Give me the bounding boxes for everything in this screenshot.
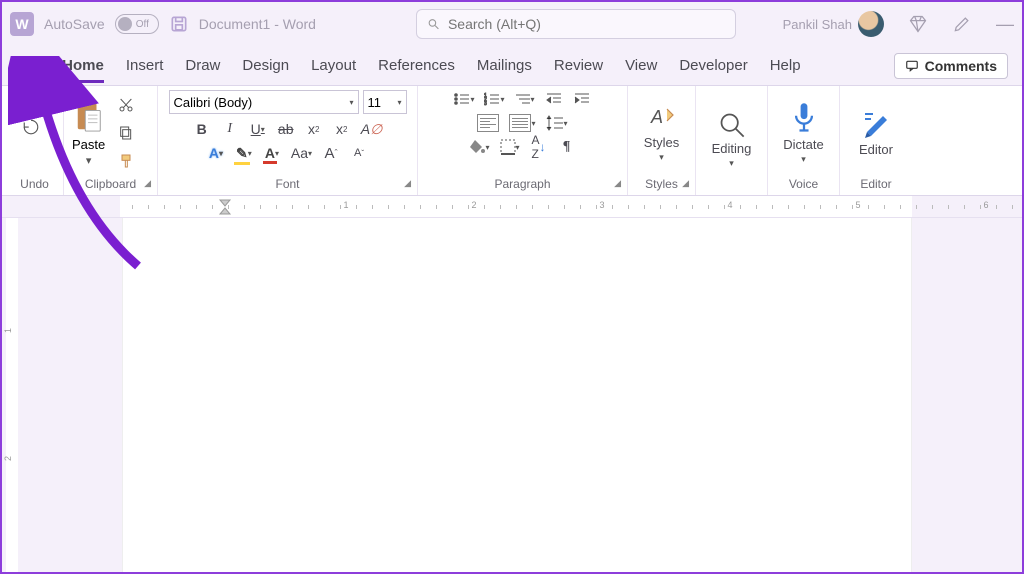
minimize-button[interactable]: — [996,14,1014,35]
search-input[interactable] [448,16,725,32]
font-size-select[interactable]: 11▾ [363,90,407,114]
search-icon [718,111,746,139]
clear-formatting-button[interactable]: A∅ [361,120,383,138]
editor-icon [861,108,891,140]
subscript-button[interactable]: x2 [305,120,323,138]
shrink-font-button[interactable]: Aˇ [350,144,368,162]
alignment-menu[interactable]: ▾ [509,114,535,132]
multilevel-list-button[interactable]: ▾ [515,90,535,108]
avatar [858,11,884,37]
user-account[interactable]: Pankil Shah [783,11,884,37]
voice-group-label: Voice [774,175,833,191]
chevron-down-icon: ▾ [86,154,92,167]
copy-button[interactable] [117,124,135,142]
tab-draw[interactable]: Draw [185,49,220,82]
dictate-button[interactable]: Dictate ▾ [774,101,833,165]
strikethrough-button[interactable]: ab [277,120,295,138]
toggle-knob [118,17,132,31]
font-launcher-icon[interactable]: ◢ [404,178,411,189]
title-bar: W AutoSave Off Document1 - Word Pankil S… [2,2,1022,46]
bullets-button[interactable]: ▾ [454,90,474,108]
search-icon [427,17,440,31]
align-left-button[interactable] [477,114,499,132]
indent-marker-icon[interactable] [218,198,232,216]
shading-button[interactable]: ▾ [469,138,489,156]
text-effects-button[interactable]: A ▾ [207,144,225,162]
tab-developer[interactable]: Developer [679,49,747,82]
comment-icon [905,59,919,73]
underline-button[interactable]: U ▾ [249,120,267,138]
decrease-indent-button[interactable] [545,90,563,108]
document-area: 12 [2,218,1022,572]
italic-button[interactable]: I [221,120,239,138]
change-case-button[interactable]: Aa ▾ [291,144,312,162]
save-icon[interactable] [169,14,189,34]
font-color-button[interactable]: A ▾ [263,144,281,162]
ribbon-tabs: File Home Insert Draw Design Layout Refe… [2,46,1022,86]
undo-button[interactable]: ▾ [20,94,46,112]
increase-indent-button[interactable] [573,90,591,108]
ribbon: ▾ Undo Paste ▾ Clipboard◢ [2,86,1022,196]
editor-button[interactable]: Editor [846,108,906,157]
styles-button[interactable]: A Styles ▾ [634,103,689,163]
tab-review[interactable]: Review [554,49,603,82]
editor-group-label: Editor [846,175,906,191]
styles-group-label: Styles◢ [634,175,689,191]
vertical-ruler[interactable]: 12 [2,218,22,572]
undo-group-label: Undo [12,175,57,191]
repeat-button[interactable] [20,118,42,136]
autosave-toggle[interactable]: Off [115,14,159,34]
line-spacing-button[interactable]: ▾ [546,114,568,132]
borders-button[interactable]: ▾ [500,138,520,156]
paste-button[interactable]: Paste ▾ [70,95,107,171]
format-painter-button[interactable] [117,152,135,170]
font-name-select[interactable]: Calibri (Body)▾ [169,90,359,114]
tab-mailings[interactable]: Mailings [477,49,532,82]
tab-view[interactable]: View [625,49,657,82]
grow-font-button[interactable]: Aˆ [322,144,340,162]
page-canvas[interactable] [122,218,912,572]
clipboard-launcher-icon[interactable]: ◢ [144,178,151,189]
paragraph-group-label: Paragraph◢ [424,175,621,191]
svg-text:A: A [650,107,663,127]
sort-button[interactable]: AZ↓ [530,138,548,156]
tab-insert[interactable]: Insert [126,49,164,82]
autosave-state: Off [136,19,149,30]
username: Pankil Shah [783,17,852,32]
numbering-button[interactable]: 123▾ [484,90,504,108]
show-marks-button[interactable]: ¶ [558,138,576,156]
comments-button[interactable]: Comments [894,53,1008,79]
comments-label: Comments [925,58,997,74]
word-app-icon: W [10,12,34,36]
superscript-button[interactable]: x2 [333,120,351,138]
pen-icon[interactable] [952,14,972,34]
horizontal-ruler[interactable]: 123456 [2,196,1022,218]
highlight-button[interactable]: ✎ ▾ [235,144,253,162]
document-title: Document1 - Word [199,16,316,32]
font-group-label: Font◢ [164,175,411,191]
svg-text:3: 3 [484,101,487,106]
tab-layout[interactable]: Layout [311,49,356,82]
microphone-icon [790,101,818,135]
tab-file[interactable]: File [16,49,40,82]
clipboard-group-label: Clipboard◢ [70,175,151,191]
search-box[interactable] [416,9,736,39]
editing-button[interactable]: Editing ▾ [702,111,761,169]
paste-label: Paste [72,137,105,152]
diamond-icon[interactable] [908,14,928,34]
editing-group-label [702,189,761,191]
styles-launcher-icon[interactable]: ◢ [682,178,689,189]
tab-references[interactable]: References [378,49,455,82]
clipboard-icon [74,99,104,135]
tab-help[interactable]: Help [770,49,801,82]
paragraph-launcher-icon[interactable]: ◢ [614,178,621,189]
tab-design[interactable]: Design [242,49,289,82]
tab-home[interactable]: Home [62,49,104,82]
cut-button[interactable] [117,96,135,114]
bold-button[interactable]: B [193,120,211,138]
autosave-label: AutoSave [44,16,105,32]
styles-icon: A [647,103,677,133]
